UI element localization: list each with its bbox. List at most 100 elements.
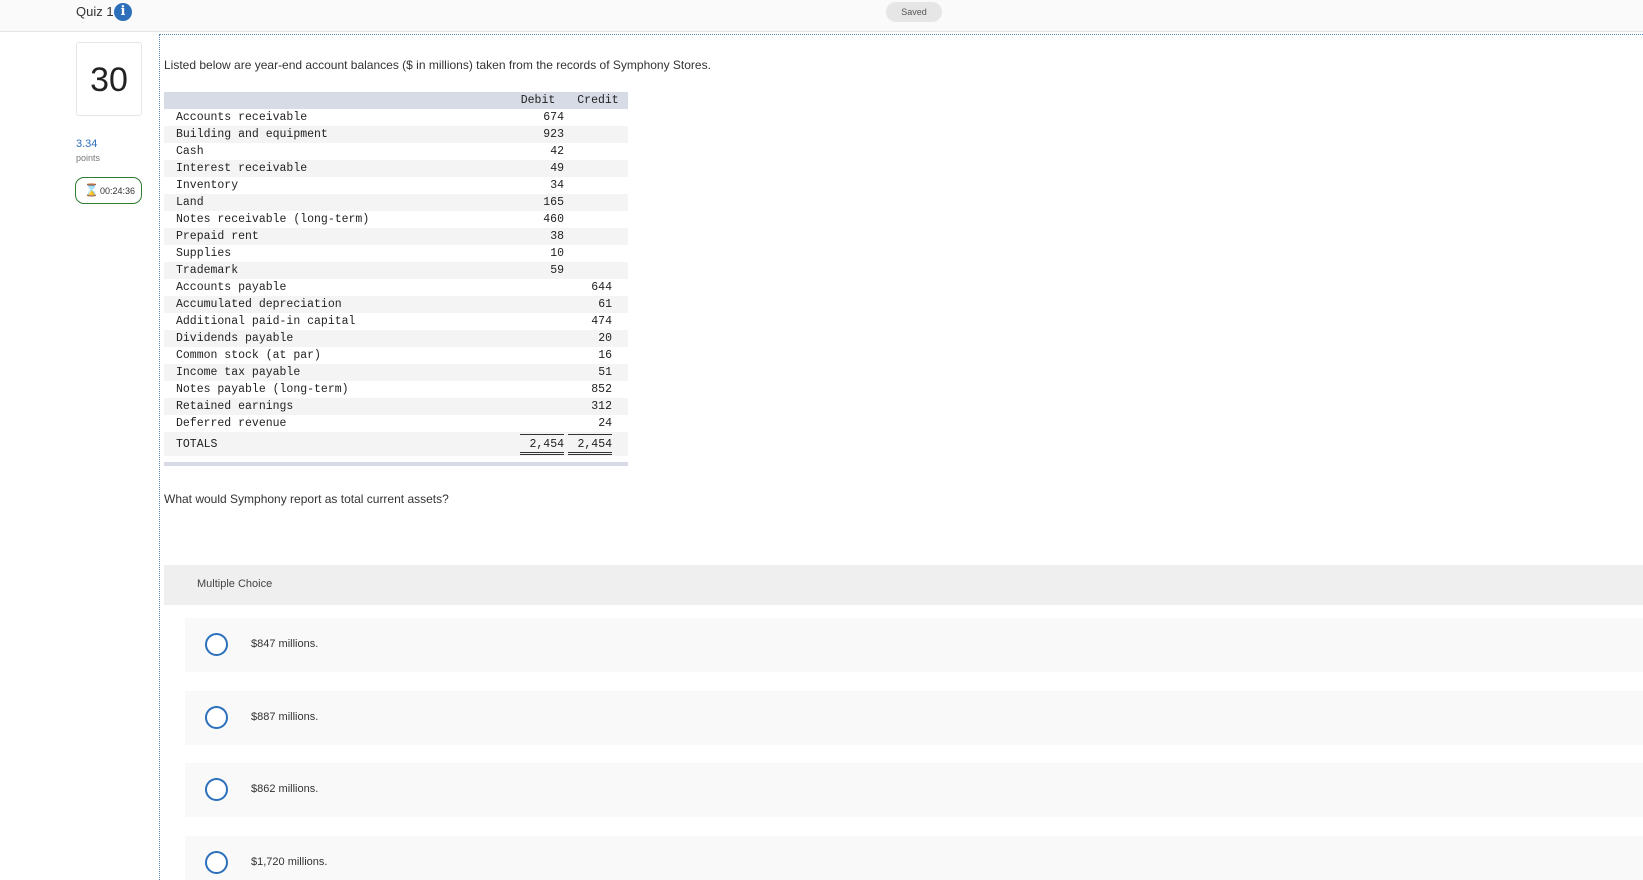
account-name: Retained earnings [164,398,508,415]
table-row: Prepaid rent 38 [164,228,628,245]
debit-value: 674 [508,109,568,126]
credit-value [568,109,628,126]
top-bar: Quiz 1 i Saved [0,0,1643,32]
account-name: Inventory [164,177,508,194]
credit-value [568,177,628,194]
account-name: Notes receivable (long-term) [164,211,508,228]
table-bottom-border [164,462,628,466]
column-header-account [164,92,508,109]
answer-option[interactable]: $1,720 millions. [185,836,1643,880]
credit-value [568,143,628,160]
credit-value [568,228,628,245]
account-name: Accounts payable [164,279,508,296]
account-name: Dividends payable [164,330,508,347]
table-row: Land 165 [164,194,628,211]
table-header-row: Debit Credit [164,92,628,109]
points-label: points [76,153,101,163]
question-prompt: Listed below are year-end account balanc… [164,58,711,72]
table-row: Income tax payable 51 [164,364,628,381]
total-debit: 2,454 [520,433,564,455]
debit-value: 42 [508,143,568,160]
answer-option-label[interactable]: $887 millions. [251,711,318,723]
account-name: Notes payable (long-term) [164,381,508,398]
account-name: Accumulated depreciation [164,296,508,313]
debit-value: 10 [508,245,568,262]
table-row: Inventory 34 [164,177,628,194]
total-credit: 2,454 [568,433,612,455]
account-name: Additional paid-in capital [164,313,508,330]
answer-option-label[interactable]: $1,720 millions. [251,856,327,868]
credit-value: 61 [568,296,628,313]
answer-option-label[interactable]: $847 millions. [251,638,318,650]
answer-option[interactable]: $887 millions. [185,691,1643,745]
timer[interactable]: ⌛ 00:24:36 [75,177,142,204]
table-row: Notes payable (long-term) 852 [164,381,628,398]
table-row: Retained earnings 312 [164,398,628,415]
multiple-choice-label: Multiple Choice [197,578,273,590]
debit-value [508,415,568,432]
table-row: Deferred revenue 24 [164,415,628,432]
totals-label: TOTALS [164,432,508,456]
quiz-title: Quiz 1 [76,4,114,19]
table-row: Trademark 59 [164,262,628,279]
table-row: Cash 42 [164,143,628,160]
radio-button[interactable] [205,851,228,874]
credit-value: 312 [568,398,628,415]
debit-value: 38 [508,228,568,245]
table-row: Accumulated depreciation 61 [164,296,628,313]
credit-value [568,262,628,279]
credit-value: 852 [568,381,628,398]
debit-value [508,347,568,364]
table-row: Additional paid-in capital 474 [164,313,628,330]
table-row: Interest receivable 49 [164,160,628,177]
credit-value: 474 [568,313,628,330]
debit-value [508,279,568,296]
radio-button[interactable] [205,706,228,729]
table-row: Dividends payable 20 [164,330,628,347]
account-name: Common stock (at par) [164,347,508,364]
debit-value: 460 [508,211,568,228]
debit-value [508,381,568,398]
credit-value: 51 [568,364,628,381]
debit-value [508,313,568,330]
debit-value [508,330,568,347]
credit-value [568,194,628,211]
account-name: Interest receivable [164,160,508,177]
multiple-choice-header: Multiple Choice [164,565,1643,605]
account-name: Land [164,194,508,211]
debit-value: 923 [508,126,568,143]
credit-value: 16 [568,347,628,364]
debit-value: 34 [508,177,568,194]
debit-value [508,364,568,381]
debit-value: 59 [508,262,568,279]
credit-value [568,160,628,177]
account-name: Building and equipment [164,126,508,143]
account-name: Income tax payable [164,364,508,381]
column-header-credit: Credit [568,92,628,109]
table-row: Accounts payable 644 [164,279,628,296]
table-row: Accounts receivable 674 [164,109,628,126]
radio-button[interactable] [205,778,228,801]
radio-button[interactable] [205,633,228,656]
debit-value: 165 [508,194,568,211]
info-icon[interactable]: i [114,3,132,21]
answer-option[interactable]: $847 millions. [185,618,1643,672]
points-value: 3.34 [76,138,98,150]
timer-text: 00:24:36 [100,186,136,196]
account-name: Deferred revenue [164,415,508,432]
question-text: What would Symphony report as total curr… [164,492,449,506]
credit-value: 644 [568,279,628,296]
debit-value: 49 [508,160,568,177]
table-row: Supplies 10 [164,245,628,262]
answer-option-label[interactable]: $862 millions. [251,783,318,795]
answer-option[interactable]: $862 millions. [185,763,1643,817]
column-header-debit: Debit [508,92,568,109]
credit-value: 24 [568,415,628,432]
credit-value [568,211,628,228]
account-name: Cash [164,143,508,160]
totals-row: TOTALS 2,454 2,454 [164,432,628,456]
credit-value [568,126,628,143]
account-name: Prepaid rent [164,228,508,245]
debit-value [508,398,568,415]
table-row: Notes receivable (long-term) 460 [164,211,628,228]
